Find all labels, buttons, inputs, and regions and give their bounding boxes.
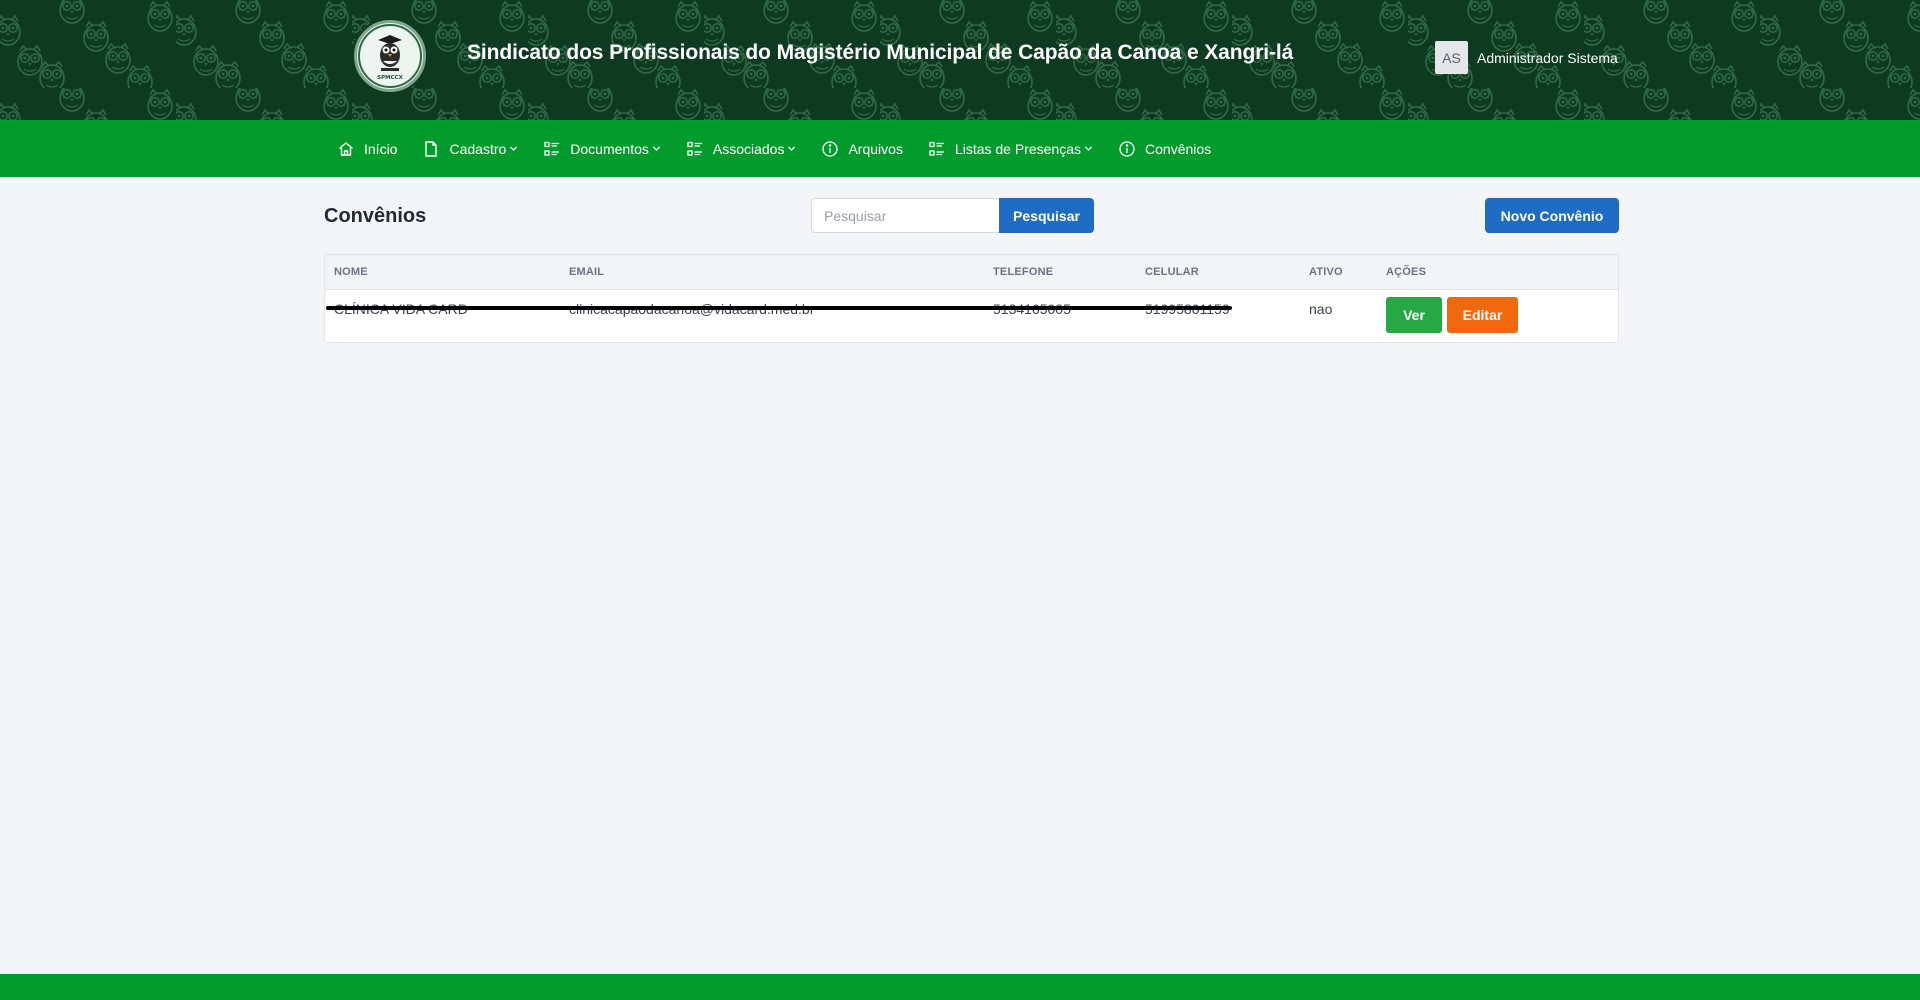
info-icon [821,140,839,158]
convenios-table: NOME EMAIL TELEFONE CELULAR ATIVO AÇÕES … [325,255,1618,342]
chevron-down-icon [509,144,518,153]
new-convenio-button[interactable]: Novo Convênio [1485,198,1619,233]
redaction-strike-line [326,306,1232,310]
nav-item-label: Arquivos [848,140,903,157]
cell-email: clinicacapaodacanoa@vidacard.med.br [560,289,984,342]
column-header-celular[interactable]: CELULAR [1136,255,1300,289]
column-header-acoes: AÇÕES [1386,265,1427,278]
nav-item-documentos[interactable]: Documentos [543,140,661,158]
site-title: Sindicato dos Profissionais do Magistéri… [467,41,1294,64]
nav-items: Início Cadastro Documentos Associados Ar… [337,120,1236,177]
cell-acoes: Ver Editar [1377,289,1618,342]
nav-item-cadastro[interactable]: Cadastro [422,140,518,158]
owl-logo-icon: SPMCCX [358,24,422,88]
chevron-down-icon [1084,144,1093,153]
logo-text: SPMCCX [377,75,404,81]
nav-item-label: Cadastro [449,140,507,157]
info-icon [1118,140,1136,158]
nav-item-listas-de-presencas[interactable]: Listas de Presenças [928,140,1093,158]
editar-button[interactable]: Editar [1447,296,1518,333]
list-icon [543,140,561,158]
cell-telefone: 5134165005 [984,289,1136,342]
cell-nome: CLÍNICA VIDA CARD [325,289,560,342]
nav-item-label: Convênios [1145,140,1212,157]
list-icon [686,140,704,158]
cell-ativo: nao [1309,300,1333,317]
table-header-row: NOME EMAIL TELEFONE CELULAR ATIVO AÇÕES [325,255,1618,289]
main-nav: Início Cadastro Documentos Associados Ar… [0,120,1920,177]
search-button[interactable]: Pesquisar [999,198,1094,233]
document-icon [422,140,440,158]
column-header-email[interactable]: EMAIL [560,255,984,289]
user-menu[interactable]: AS Administrador Sistema [1435,41,1618,74]
nav-item-associados[interactable]: Associados [686,140,797,158]
avatar[interactable]: AS [1435,41,1468,74]
table-row: CLÍNICA VIDA CARD clinicacapaodacanoa@vi… [325,289,1618,342]
nav-item-convenios[interactable]: Convênios [1118,140,1211,158]
nav-item-inicio[interactable]: Início [337,140,397,158]
ver-button[interactable]: Ver [1386,296,1442,333]
nav-item-arquivos[interactable]: Arquivos [821,140,903,158]
search-input[interactable] [811,198,999,233]
list-icon [928,140,946,158]
nav-item-label: Associados [712,140,785,157]
top-header: SPMCCX Sindicato dos Profissionais do Ma… [0,0,1920,120]
user-name[interactable]: Administrador Sistema [1477,50,1618,66]
convenios-table-card: NOME EMAIL TELEFONE CELULAR ATIVO AÇÕES … [324,254,1619,343]
footer-bar [0,974,1920,1000]
home-icon [337,140,355,158]
chevron-down-icon [652,144,661,153]
site-logo[interactable]: SPMCCX [354,20,426,92]
column-header-telefone[interactable]: TELEFONE [984,255,1136,289]
chevron-down-icon [787,144,796,153]
nav-item-label: Início [364,140,398,157]
nav-item-label: Listas de Presenças [954,140,1082,157]
page-title: Convênios [324,205,427,227]
nav-item-label: Documentos [570,140,649,157]
column-header-ativo[interactable]: ATIVO [1300,255,1377,289]
column-header-nome[interactable]: NOME [325,255,560,289]
cell-celular: 51995801159 [1136,289,1300,342]
